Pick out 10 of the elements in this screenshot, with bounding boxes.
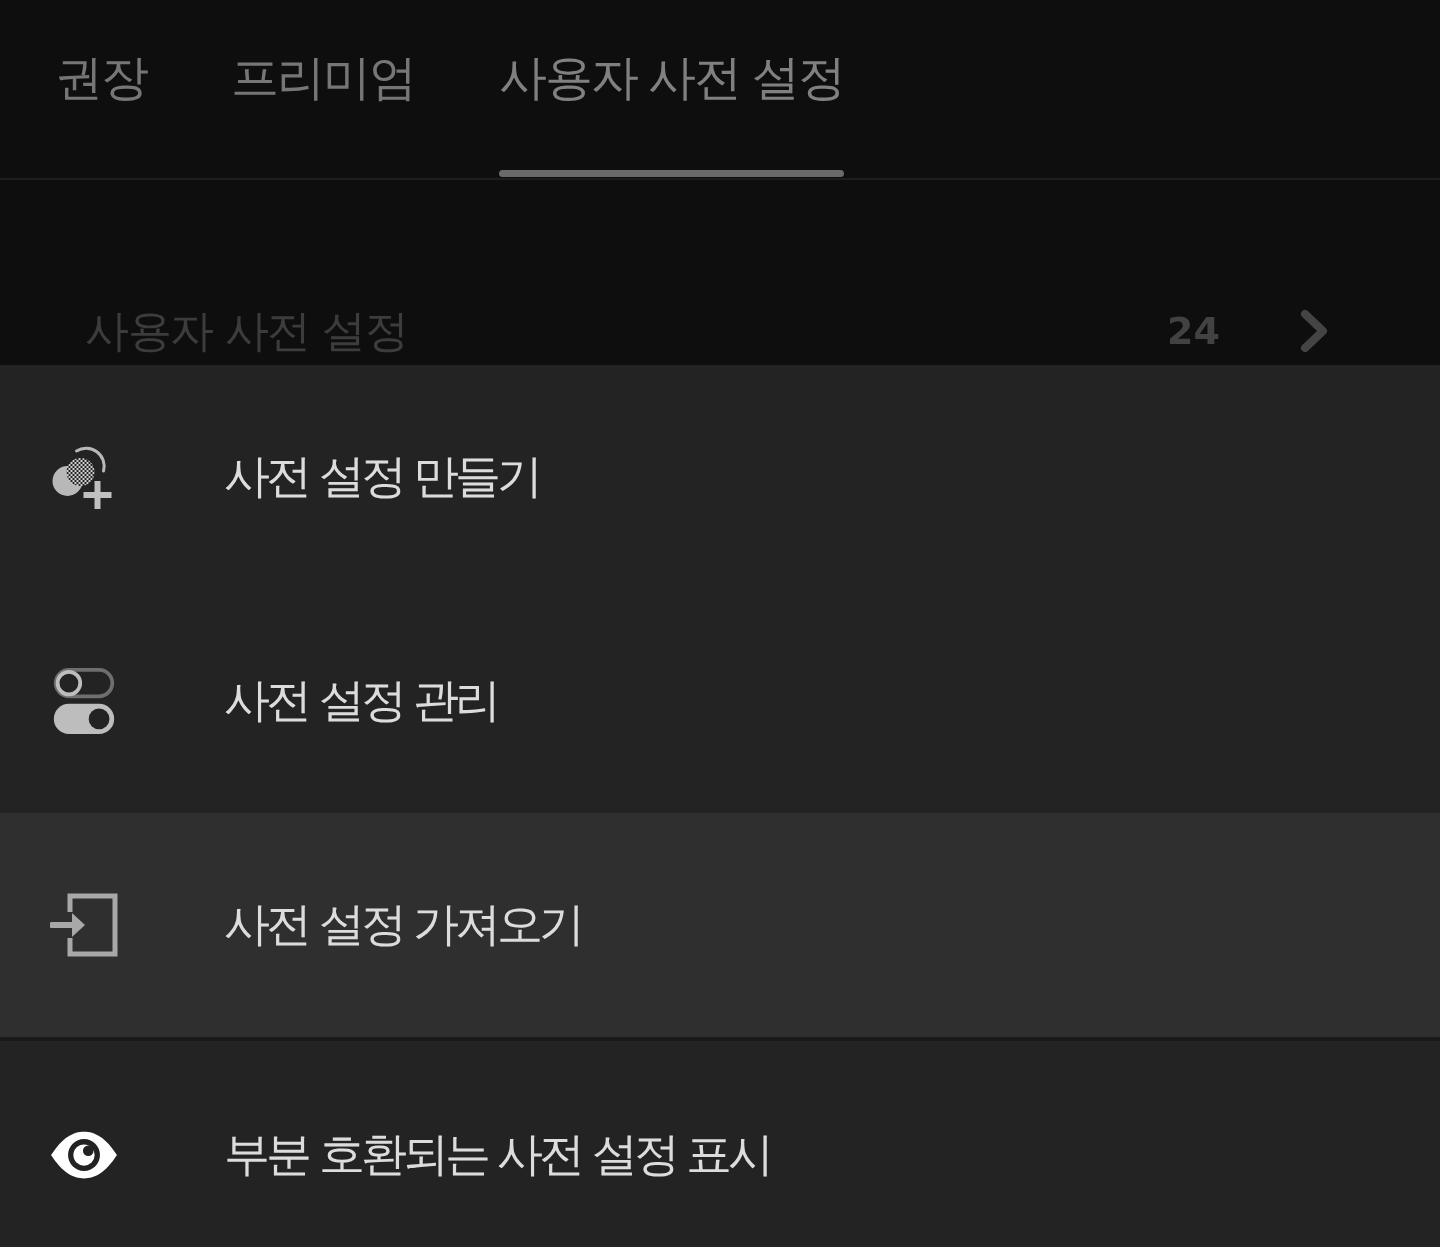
menu-item-label: 사전 설정 만들기 (224, 448, 540, 505)
menu-item-label: 부분 호환되는 사전 설정 표시 (224, 1126, 771, 1183)
tab[interactable]: 프리미엄 (231, 0, 415, 178)
menu-item-label: 사전 설정 관리 (224, 672, 498, 729)
import-icon (50, 892, 118, 958)
menu-item-label: 사전 설정 가져오기 (224, 896, 582, 953)
chevron-right-icon (1300, 309, 1328, 353)
tab[interactable]: 권장 (55, 0, 147, 178)
tab[interactable]: 사용자 사전 설정 (499, 0, 844, 178)
menu-item[interactable]: 사전 설정 가져오기 (0, 813, 1440, 1037)
